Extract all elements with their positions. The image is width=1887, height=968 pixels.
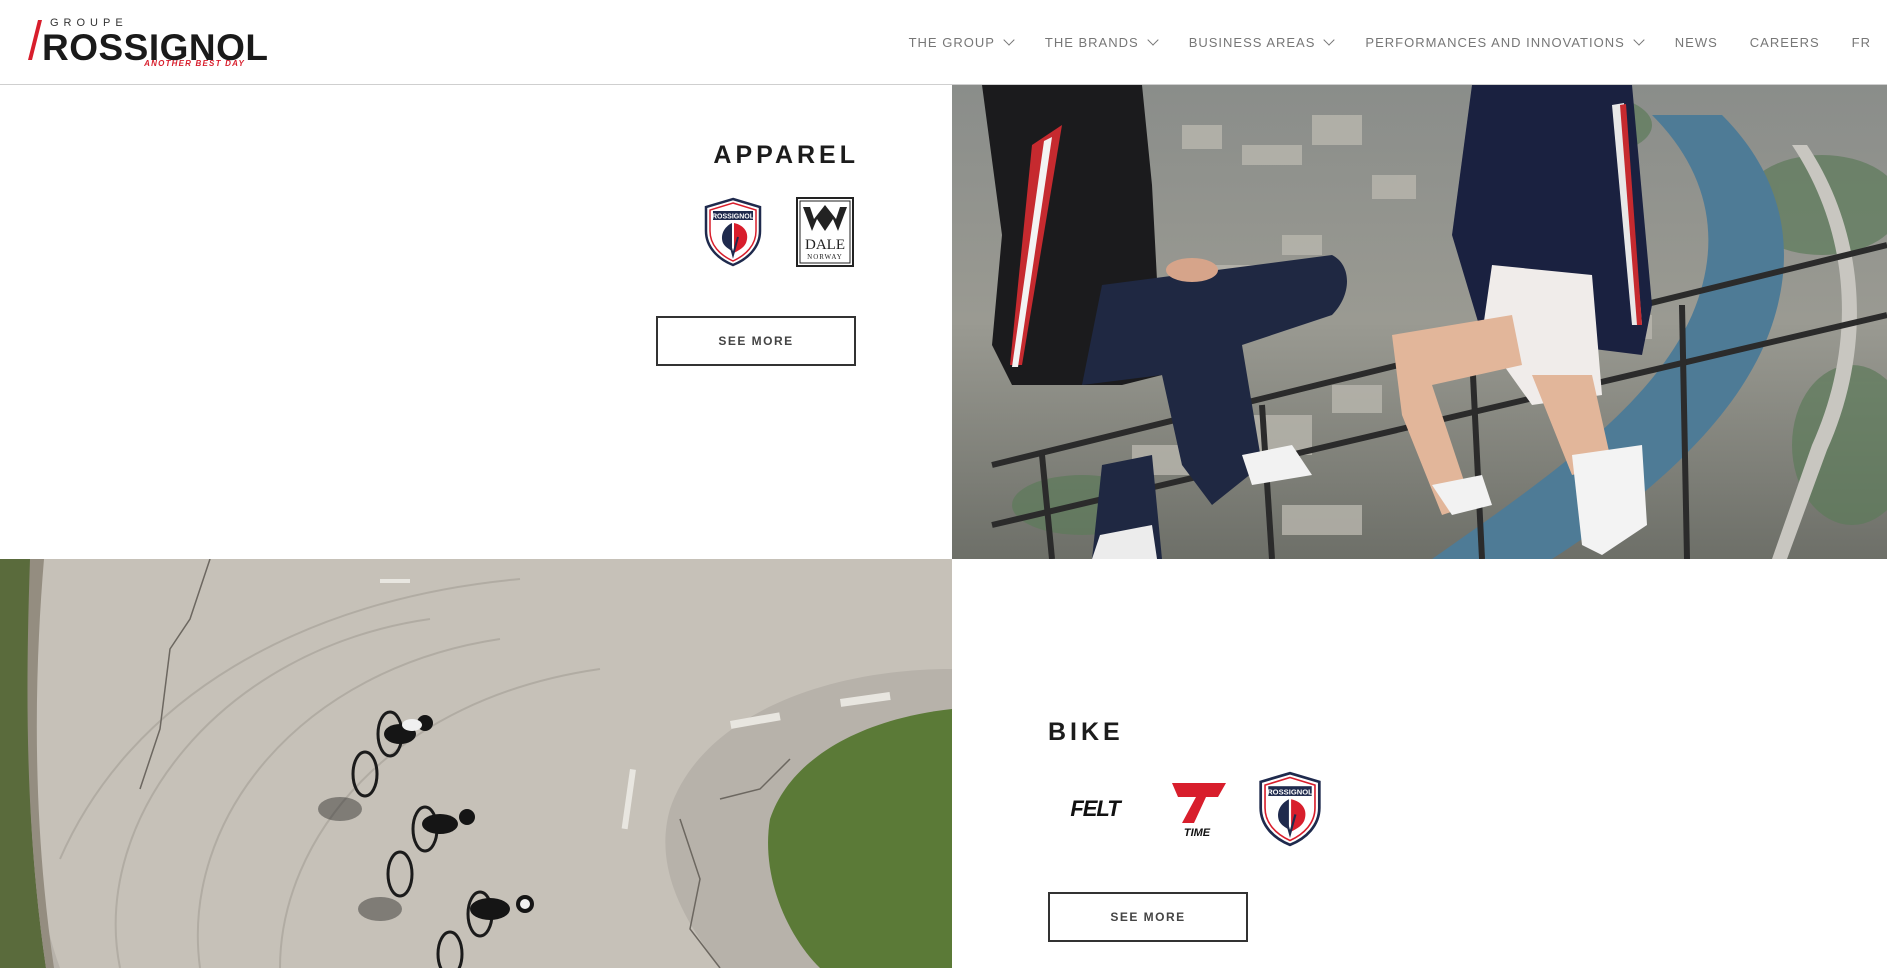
bike-see-more-button[interactable]: SEE MORE bbox=[1048, 892, 1248, 942]
chevron-down-icon bbox=[1003, 34, 1015, 46]
felt-logo-text: FELT bbox=[1070, 796, 1122, 821]
apparel-photo bbox=[952, 85, 1887, 559]
language-switch-fr[interactable]: FR bbox=[1852, 35, 1871, 50]
apparel-title: APPAREL bbox=[713, 141, 859, 169]
felt-brand-logo[interactable]: FELT bbox=[1048, 794, 1142, 829]
apparel-brand-logos: ROSSIGNOL DALE NORWAY bbox=[698, 197, 854, 272]
main-nav: THE GROUP THE BRANDS BUSINESS AREAS PERF… bbox=[909, 0, 1871, 85]
chevron-down-icon bbox=[1323, 34, 1336, 46]
nav-item-label: CAREERS bbox=[1749, 35, 1820, 50]
chevron-down-icon bbox=[1147, 34, 1159, 46]
nav-item-label: THE BRANDS bbox=[1044, 35, 1139, 50]
nav-item-label: FR bbox=[1851, 35, 1871, 50]
bike-title: BIKE bbox=[1048, 718, 1124, 746]
bike-section: BIKE FELT TIME ROSSIGNOL SEE MORE bbox=[952, 559, 1887, 968]
bike-brand-logos: FELT TIME ROSSIGNOL bbox=[1048, 771, 1328, 852]
time-brand-logo[interactable]: TIME bbox=[1166, 779, 1228, 844]
nav-item-the-group[interactable]: THE GROUP bbox=[908, 34, 1015, 50]
nav-item-label: THE GROUP bbox=[908, 35, 995, 50]
time-logo-text: TIME bbox=[1184, 827, 1211, 839]
nav-item-the-brands[interactable]: THE BRANDS bbox=[1044, 34, 1159, 50]
nav-item-label: BUSINESS AREAS bbox=[1188, 35, 1316, 50]
nav-item-news[interactable]: NEWS bbox=[1675, 35, 1718, 50]
rossignol-brand-logo[interactable]: ROSSIGNOL bbox=[1252, 771, 1328, 852]
bike-photo bbox=[0, 559, 952, 968]
nav-item-label: PERFORMANCES AND INNOVATIONS bbox=[1365, 35, 1625, 50]
groupe-rossignol-logo[interactable]: GROUPE ROSSIGNOL ANOTHER BEST DAY bbox=[28, 16, 268, 72]
apparel-section: APPAREL ROSSIGNOL DALE NORWAY SEE MORE bbox=[0, 85, 952, 559]
nav-item-performances-and-innovations[interactable]: PERFORMANCES AND INNOVATIONS bbox=[1365, 34, 1645, 50]
rossignol-logo-text: ROSSIGNOL bbox=[712, 214, 755, 221]
logo-tagline: ANOTHER BEST DAY bbox=[144, 59, 245, 68]
nav-item-label: NEWS bbox=[1674, 35, 1718, 50]
nav-item-careers[interactable]: CAREERS bbox=[1750, 35, 1820, 50]
nav-item-business-areas[interactable]: BUSINESS AREAS bbox=[1188, 34, 1336, 50]
rossignol-logo-text: ROSSIGNOL bbox=[1267, 787, 1313, 796]
logo-slash bbox=[28, 20, 42, 60]
apparel-see-more-button[interactable]: SEE MORE bbox=[656, 316, 856, 366]
site-header: GROUPE ROSSIGNOL ANOTHER BEST DAY THE GR… bbox=[0, 0, 1887, 85]
rossignol-brand-logo[interactable]: ROSSIGNOL bbox=[698, 197, 768, 272]
norway-logo-text: NORWAY bbox=[807, 253, 843, 261]
dale-of-norway-brand-logo[interactable]: DALE NORWAY bbox=[796, 197, 854, 272]
dale-logo-text: DALE bbox=[805, 237, 845, 253]
chevron-down-icon bbox=[1633, 34, 1645, 46]
